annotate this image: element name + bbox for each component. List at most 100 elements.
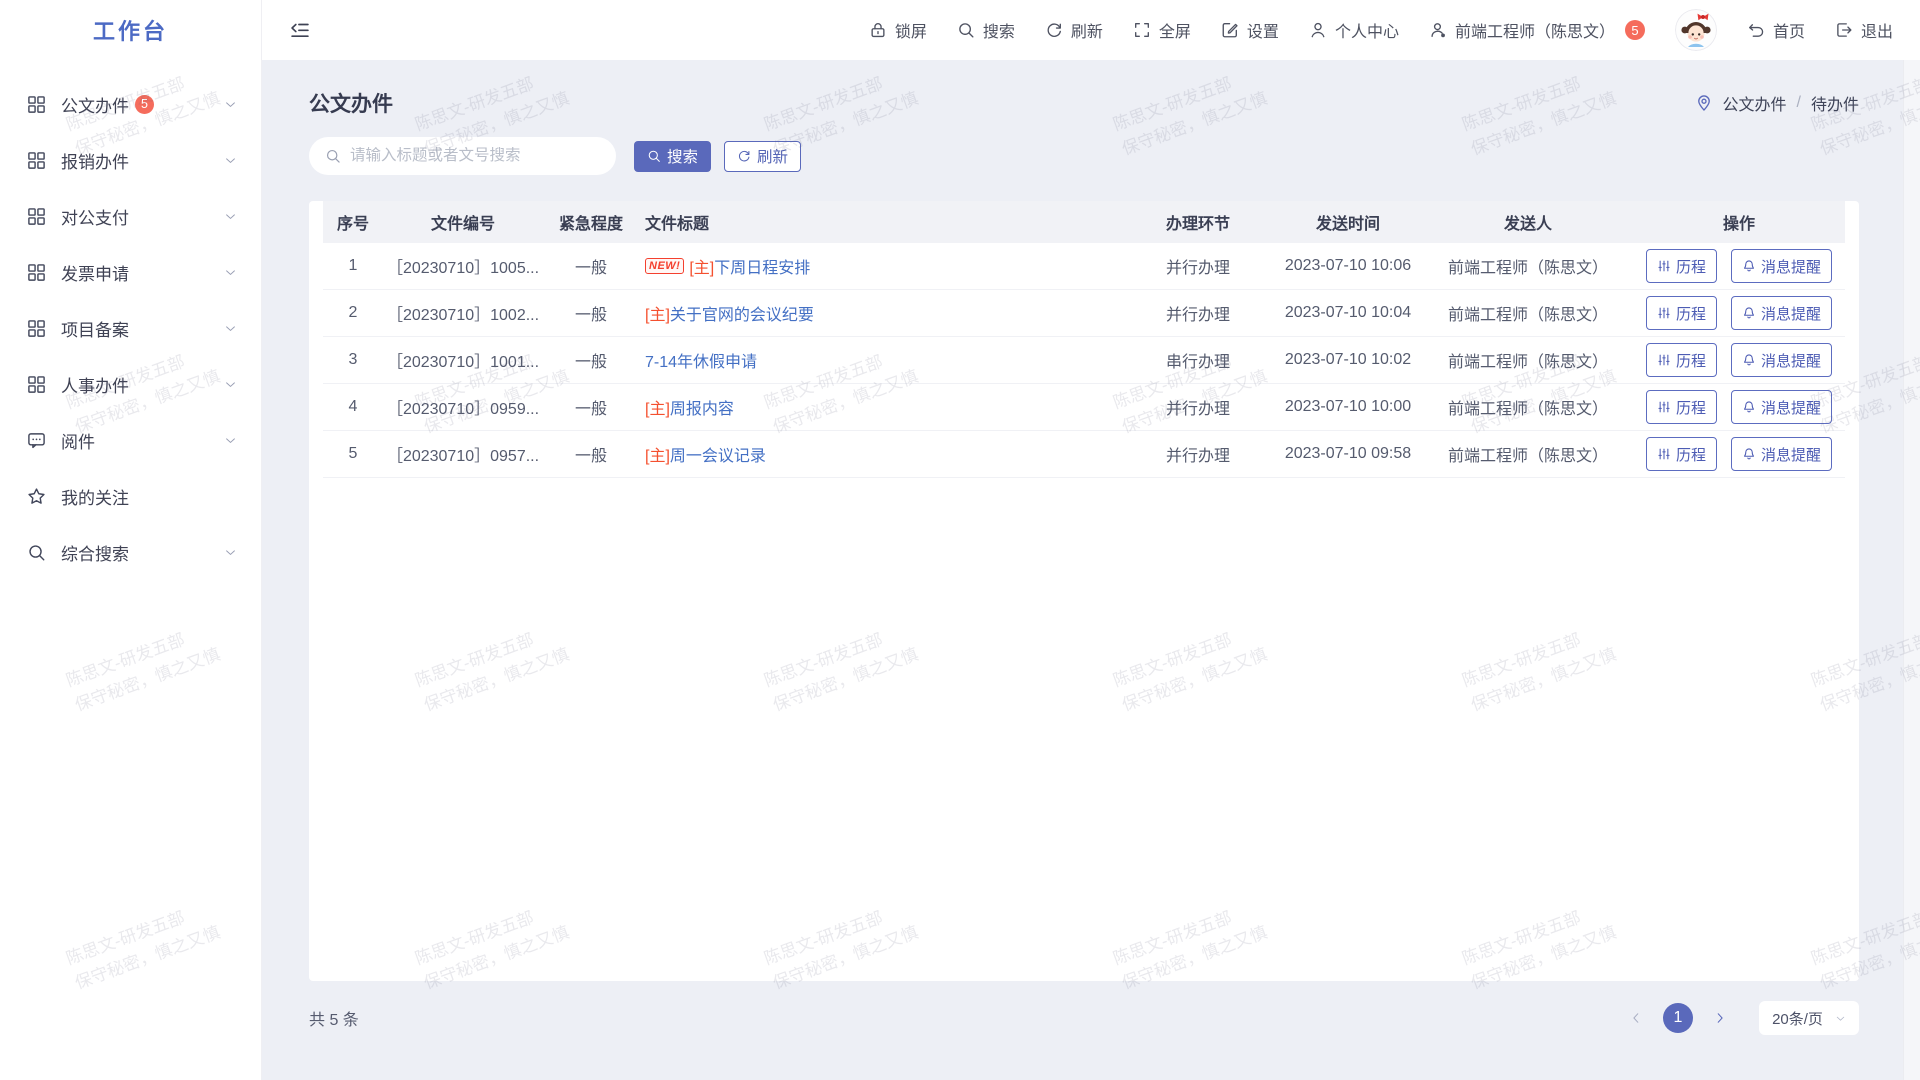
column-header-time: 发送时间	[1273, 210, 1423, 234]
cell-title: [主] 周一会议记录	[639, 442, 1123, 466]
refresh-list-button[interactable]: 刷新	[724, 141, 801, 172]
user-name: 前端工程师（陈思文）	[1455, 18, 1615, 42]
refresh-icon	[1045, 21, 1063, 39]
sidebar-item-invoice-request[interactable]: 发票申请	[0, 244, 261, 300]
settings-button[interactable]: 设置	[1221, 18, 1279, 42]
sidebar-item-corporate-payment[interactable]: 对公支付	[0, 188, 261, 244]
cell-urgency: 一般	[543, 395, 639, 419]
history-button[interactable]: 历程	[1646, 343, 1717, 377]
table-row[interactable]: 1 ［20230710］1005... 一般 NEW! [主] 下周日程安排 并…	[323, 243, 1845, 290]
cell-urgency: 一般	[543, 301, 639, 325]
topbar-actions: 锁屏 搜索 刷新 全屏 设置 个人中心 前端工程师（陈思文） 5	[869, 9, 1893, 51]
page-size-select[interactable]: 20条/页	[1759, 1001, 1859, 1035]
cell-urgency: 一般	[543, 442, 639, 466]
grid-icon	[27, 207, 46, 226]
sidebar-item-reading-files[interactable]: 阅件	[0, 412, 261, 468]
cell-title: [主] 周报内容	[639, 395, 1123, 419]
document-title-link[interactable]: 周一会议记录	[670, 442, 766, 466]
undo-home-icon	[1747, 21, 1765, 39]
history-button[interactable]: 历程	[1646, 296, 1717, 330]
topbar: 锁屏 搜索 刷新 全屏 设置 个人中心 前端工程师（陈思文） 5	[262, 0, 1920, 60]
document-table-card: 序号 文件编号 紧急程度 文件标题 办理环节 发送时间 发送人 操作 1 ［20…	[309, 201, 1859, 981]
sidebar-item-label: 阅件	[61, 428, 95, 453]
count-badge: 5	[135, 95, 154, 114]
star-icon	[27, 487, 46, 506]
sidebar-item-global-search[interactable]: 综合搜索	[0, 524, 261, 580]
refresh-button[interactable]: 刷新	[1045, 18, 1103, 42]
chevron-down-icon	[224, 210, 237, 223]
message-reminder-button[interactable]: 消息提醒	[1731, 296, 1832, 330]
chevron-down-icon	[224, 98, 237, 111]
pagination: 1 20条/页	[1621, 1001, 1859, 1035]
breadcrumb-root[interactable]: 公文办件	[1723, 91, 1787, 115]
lock-screen-button[interactable]: 锁屏	[869, 18, 927, 42]
edit-settings-icon	[1221, 21, 1239, 39]
fullscreen-button[interactable]: 全屏	[1133, 18, 1191, 42]
scrollbar-track[interactable]	[1903, 60, 1920, 1080]
breadcrumb: 公文办件 / 待办件	[1695, 91, 1859, 115]
sidebar-item-label: 发票申请	[61, 260, 129, 285]
title-prefix: [主]	[645, 442, 670, 466]
grid-icon	[27, 263, 46, 282]
cell-seq: 5	[323, 445, 383, 463]
cell-sender: 前端工程师（陈思文）	[1423, 301, 1633, 325]
sidebar-item-my-follows[interactable]: 我的关注	[0, 468, 261, 524]
search-button[interactable]: 搜索	[957, 18, 1015, 42]
message-reminder-button[interactable]: 消息提醒	[1731, 437, 1832, 471]
sidebar: 工作台 公文办件 5 报销办件 对公支付 发票申请	[0, 0, 262, 1080]
chevron-down-icon	[224, 154, 237, 167]
next-page-button[interactable]	[1705, 1003, 1735, 1033]
cell-step: 并行办理	[1123, 442, 1273, 466]
chevron-down-icon	[224, 546, 237, 559]
cell-urgency: 一般	[543, 254, 639, 278]
current-page-button[interactable]: 1	[1663, 1003, 1693, 1033]
document-title-link[interactable]: 7-14年休假申请	[645, 348, 757, 372]
current-user[interactable]: 前端工程师（陈思文） 5	[1429, 18, 1645, 42]
cell-urgency: 一般	[543, 348, 639, 372]
document-title-link[interactable]: 周报内容	[670, 395, 734, 419]
personal-center-button[interactable]: 个人中心	[1309, 18, 1399, 42]
cell-doc-no: ［20230710］0957...	[383, 442, 543, 466]
avatar[interactable]	[1675, 9, 1717, 51]
search-input[interactable]	[350, 147, 602, 165]
search-submit-button[interactable]: 搜索	[634, 141, 711, 172]
home-button[interactable]: 首页	[1747, 18, 1805, 42]
history-button[interactable]: 历程	[1646, 390, 1717, 424]
logout-button[interactable]: 退出	[1835, 18, 1893, 42]
history-button[interactable]: 历程	[1646, 437, 1717, 471]
cell-time: 2023-07-10 10:04	[1273, 304, 1423, 322]
message-reminder-button[interactable]: 消息提醒	[1731, 343, 1832, 377]
history-button[interactable]: 历程	[1646, 249, 1717, 283]
grid-icon	[27, 375, 46, 394]
table-row[interactable]: 3 ［20230710］1001... 一般 7-14年休假申请 串行办理 20…	[323, 337, 1845, 384]
sidebar-item-label: 对公支付	[61, 204, 129, 229]
prev-page-button[interactable]	[1621, 1003, 1651, 1033]
cell-step: 并行办理	[1123, 254, 1273, 278]
sidebar-item-reimbursement[interactable]: 报销办件	[0, 132, 261, 188]
cell-doc-no: ［20230710］0959...	[383, 395, 543, 419]
cell-step: 串行办理	[1123, 348, 1273, 372]
message-reminder-button[interactable]: 消息提醒	[1731, 249, 1832, 283]
table-row[interactable]: 5 ［20230710］0957... 一般 [主] 周一会议记录 并行办理 2…	[323, 431, 1845, 478]
search-icon	[957, 21, 975, 39]
message-reminder-button[interactable]: 消息提醒	[1731, 390, 1832, 424]
sidebar-item-label: 报销办件	[61, 148, 129, 173]
sidebar-item-hr-matters[interactable]: 人事办件	[0, 356, 261, 412]
search-icon	[27, 543, 46, 562]
column-header-doc-no: 文件编号	[383, 210, 543, 234]
cell-time: 2023-07-10 10:00	[1273, 398, 1423, 416]
sidebar-item-project-filing[interactable]: 项目备案	[0, 300, 261, 356]
cell-actions: 历程 消息提醒	[1633, 437, 1845, 471]
search-box	[309, 137, 616, 175]
title-prefix: [主]	[645, 301, 670, 325]
menu-fold-icon[interactable]	[289, 19, 311, 41]
sidebar-item-label: 人事办件	[61, 372, 129, 397]
cell-seq: 2	[323, 304, 383, 322]
column-header-actions: 操作	[1633, 210, 1845, 234]
table-row[interactable]: 4 ［20230710］0959... 一般 [主] 周报内容 并行办理 202…	[323, 384, 1845, 431]
document-title-link[interactable]: 关于官网的会议纪要	[670, 301, 814, 325]
document-title-link[interactable]: 下周日程安排	[714, 254, 810, 278]
sidebar-item-official-documents[interactable]: 公文办件 5	[0, 76, 261, 132]
cell-title: 7-14年休假申请	[639, 348, 1123, 372]
table-row[interactable]: 2 ［20230710］1002... 一般 [主] 关于官网的会议纪要 并行办…	[323, 290, 1845, 337]
